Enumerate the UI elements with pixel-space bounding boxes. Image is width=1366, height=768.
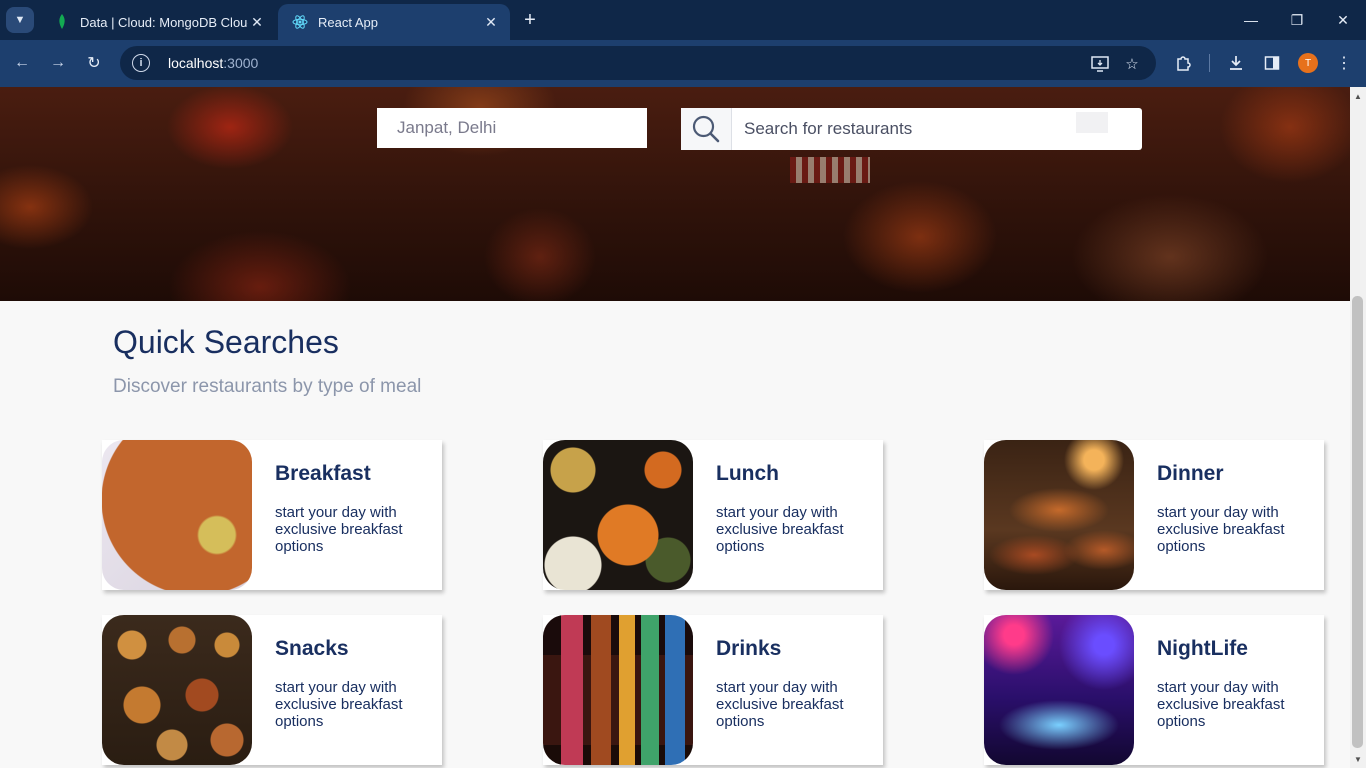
card-title: Drinks bbox=[716, 637, 782, 660]
forward-button[interactable]: → bbox=[45, 50, 71, 76]
menu-kebab-icon[interactable]: ⋮ bbox=[1331, 50, 1357, 76]
quick-searches-subtitle: Discover restaurants by type of meal bbox=[113, 376, 422, 397]
meal-card-drinks[interactable]: Drinks start your day with exclusive bre… bbox=[543, 615, 883, 765]
card-description: start your day with exclusive breakfast … bbox=[275, 504, 403, 555]
url-text: localhost:3000 bbox=[168, 55, 259, 71]
restore-button[interactable]: ❐ bbox=[1274, 6, 1320, 34]
reload-button[interactable]: ↻ bbox=[81, 50, 107, 76]
card-title: Dinner bbox=[1157, 462, 1224, 485]
mongodb-leaf-icon bbox=[54, 14, 70, 30]
card-title: NightLife bbox=[1157, 637, 1248, 660]
drinks-image bbox=[543, 615, 693, 765]
bookmark-star-icon[interactable]: ☆ bbox=[1122, 54, 1142, 74]
side-panel-icon[interactable] bbox=[1259, 50, 1285, 76]
scroll-down-arrow-icon[interactable]: ▼ bbox=[1350, 752, 1366, 766]
close-icon[interactable]: ✕ bbox=[248, 13, 266, 31]
card-title: Breakfast bbox=[275, 462, 371, 485]
card-title: Lunch bbox=[716, 462, 779, 485]
meal-card-dinner[interactable]: Dinner start your day with exclusive bre… bbox=[984, 440, 1324, 590]
meal-card-snacks[interactable]: Snacks start your day with exclusive bre… bbox=[102, 615, 442, 765]
card-description: start your day with exclusive breakfast … bbox=[716, 504, 844, 555]
hero-banner: Janpat, Delhi bbox=[0, 87, 1350, 301]
download-icon[interactable] bbox=[1223, 50, 1249, 76]
card-description: start your day with exclusive breakfast … bbox=[716, 679, 844, 730]
chevron-down-icon: ▼ bbox=[14, 14, 26, 26]
new-tab-button[interactable]: + bbox=[518, 8, 542, 32]
tab-search-button[interactable]: ▼ bbox=[6, 7, 34, 33]
meal-card-breakfast[interactable]: Breakfast start your day with exclusive … bbox=[102, 440, 442, 590]
card-description: start your day with exclusive breakfast … bbox=[1157, 504, 1285, 555]
profile-avatar[interactable]: T bbox=[1298, 53, 1318, 73]
toolbar-divider bbox=[1209, 54, 1210, 72]
breakfast-image bbox=[102, 440, 252, 590]
tab-react-app[interactable]: React App ✕ bbox=[278, 4, 510, 40]
scroll-up-arrow-icon[interactable]: ▲ bbox=[1350, 89, 1366, 103]
tab-title: React App bbox=[318, 14, 378, 30]
address-bar[interactable]: i localhost:3000 ☆ bbox=[120, 46, 1156, 80]
search-icon[interactable] bbox=[681, 108, 732, 150]
meal-card-lunch[interactable]: Lunch start your day with exclusive brea… bbox=[543, 440, 883, 590]
search-suggestion-box bbox=[1076, 112, 1108, 133]
nightlife-image bbox=[984, 615, 1134, 765]
browser-tab-strip: ▼ Data | Cloud: MongoDB Cloud ✕ React Ap… bbox=[0, 0, 1366, 40]
lunch-image bbox=[543, 440, 693, 590]
hero-food-photo-detail bbox=[790, 157, 870, 183]
card-title: Snacks bbox=[275, 637, 349, 660]
browser-toolbar: ← → ↻ i localhost:3000 ☆ ⋮ bbox=[0, 40, 1366, 87]
quick-searches-heading: Quick Searches bbox=[113, 324, 339, 360]
scrollbar-thumb[interactable] bbox=[1352, 296, 1363, 748]
card-description: start your day with exclusive breakfast … bbox=[1157, 679, 1285, 730]
location-select[interactable]: Janpat, Delhi bbox=[377, 108, 647, 148]
extensions-icon[interactable] bbox=[1170, 50, 1196, 76]
snacks-image bbox=[102, 615, 252, 765]
tab-title: Data | Cloud: MongoDB Cloud bbox=[80, 14, 248, 30]
tab-mongodb[interactable]: Data | Cloud: MongoDB Cloud ✕ bbox=[40, 4, 276, 40]
card-description: start your day with exclusive breakfast … bbox=[275, 679, 403, 730]
minimize-button[interactable]: — bbox=[1228, 6, 1274, 34]
dinner-image bbox=[984, 440, 1134, 590]
restaurant-search bbox=[681, 108, 1142, 150]
site-info-icon[interactable]: i bbox=[132, 54, 150, 72]
meal-card-nightlife[interactable]: NightLife start your day with exclusive … bbox=[984, 615, 1324, 765]
install-app-icon[interactable] bbox=[1090, 54, 1110, 74]
page-viewport: Janpat, Delhi Quick Searches Discover re… bbox=[0, 87, 1350, 768]
react-icon bbox=[292, 14, 308, 30]
back-button[interactable]: ← bbox=[9, 50, 35, 76]
close-icon[interactable]: ✕ bbox=[482, 13, 500, 31]
close-window-button[interactable]: ✕ bbox=[1320, 6, 1366, 34]
